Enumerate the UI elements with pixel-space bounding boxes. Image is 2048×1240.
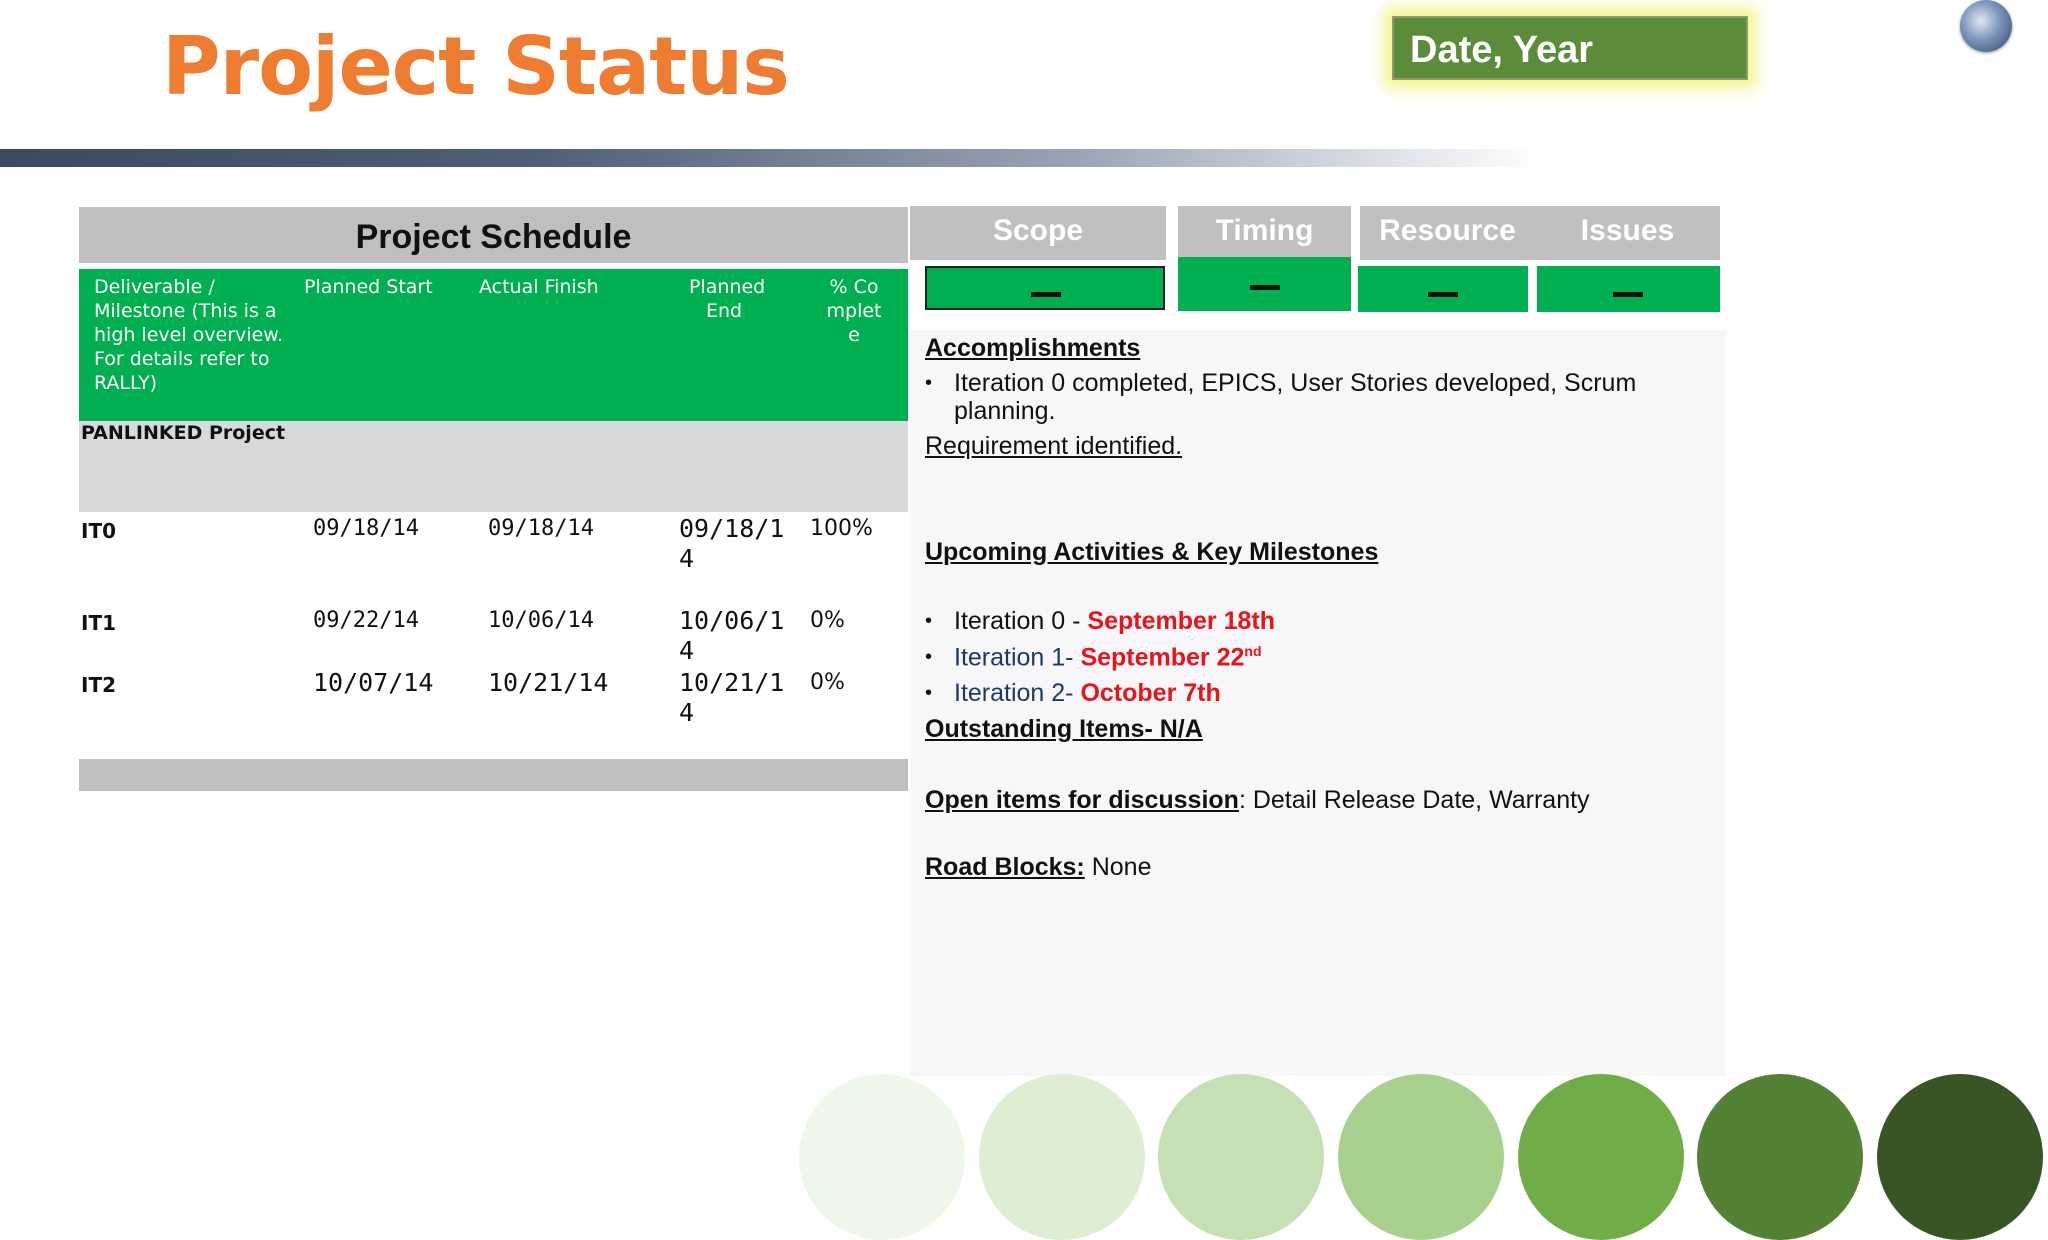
globe-logo-icon [1960, 0, 2012, 52]
bullet-icon: • [925, 610, 933, 632]
schedule-header-row: Deliverable / Milestone (This is a high … [79, 269, 908, 421]
dash-icon [1613, 292, 1643, 297]
tab-issues: Issues [1580, 214, 1675, 247]
col-deliverable: Deliverable / Milestone (This is a high … [94, 276, 284, 394]
issues-status [1537, 266, 1720, 312]
accomplishment-item: Iteration 0 completed, EPICS, User Stori… [954, 369, 1637, 425]
upcoming-heading: Upcoming Activities & Key Milestones [925, 538, 1379, 566]
col-planned-end: Planned End [689, 276, 766, 322]
row-actual-finish: 10/21/14 [488, 668, 609, 697]
schedule-footer-band [79, 759, 908, 791]
decorative-circle [1338, 1074, 1504, 1240]
row-name: IT1 [81, 611, 116, 635]
project-name: PANLINKED Project [81, 422, 286, 444]
bullet-icon: • [925, 372, 933, 394]
schedule-title: Project Schedule [79, 207, 908, 263]
row-planned-start: 09/22/14 [313, 608, 419, 633]
row-planned-end: 10/21/14 [679, 668, 785, 727]
road-blocks: Road Blocks: None [925, 853, 1152, 881]
row-name: IT0 [81, 519, 116, 543]
header-divider [0, 149, 1540, 167]
dash-icon [1250, 285, 1280, 290]
row-actual-finish: 10/06/14 [488, 608, 594, 633]
decorative-circle [799, 1074, 965, 1240]
decorative-circle [1158, 1074, 1324, 1240]
dash-icon [1428, 292, 1458, 297]
scope-status [925, 266, 1165, 310]
milestone-item: Iteration 2- October 7th [954, 679, 1221, 707]
milestone-item: Iteration 1- September 22nd [954, 643, 1262, 672]
decorative-circle [1518, 1074, 1684, 1240]
tab-scope: Scope [910, 206, 1166, 260]
row-planned-end: 10/06/14 [679, 606, 785, 665]
resource-status [1358, 266, 1528, 312]
date-box: Date, Year [1392, 16, 1748, 80]
col-planned-start: Planned Start [304, 276, 433, 298]
row-planned-end: 09/18/14 [679, 514, 785, 573]
decorative-circle [1697, 1074, 1863, 1240]
requirement-text: Requirement identified. [925, 432, 1183, 460]
bullet-icon: • [925, 646, 933, 668]
row-pct: 0% [810, 670, 845, 695]
tab-timing: Timing [1178, 206, 1351, 260]
milestone-item: Iteration 0 - September 18th [954, 607, 1275, 635]
dash-icon [1031, 292, 1061, 297]
col-pct-complete: % Complete [826, 276, 882, 346]
col-actual-finish: Actual Finish [479, 276, 599, 298]
row-planned-start: 09/18/14 [313, 516, 419, 541]
outstanding-heading: Outstanding Items- N/A [925, 715, 1203, 743]
timing-status [1178, 257, 1351, 311]
row-planned-start: 10/07/14 [313, 668, 434, 697]
bullet-icon: • [925, 682, 933, 704]
tab-resource: Resource [1379, 214, 1516, 247]
row-name: IT2 [81, 673, 116, 697]
decorative-circle [979, 1074, 1145, 1240]
accomplishments-heading: Accomplishments [925, 334, 1141, 362]
page-title: Project Status [162, 20, 790, 113]
row-actual-finish: 09/18/14 [488, 516, 594, 541]
open-items: Open items for discussion: Detail Releas… [925, 786, 1590, 814]
row-pct: 0% [810, 608, 845, 633]
decorative-circle [1877, 1074, 2043, 1240]
row-pct: 100% [810, 516, 873, 541]
